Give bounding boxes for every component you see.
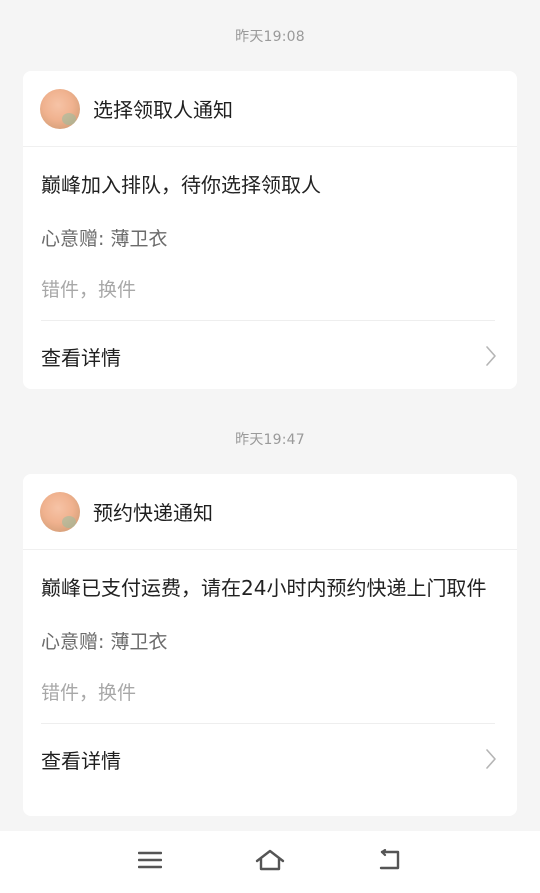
chevron-right-icon xyxy=(483,345,499,367)
gift-info: 心意赠: 薄卫衣 xyxy=(41,228,168,250)
system-navigation-bar xyxy=(0,831,540,893)
card-title: 选择领取人通知 xyxy=(93,98,233,122)
menu-icon xyxy=(137,850,163,874)
notification-message: 巅峰已支付运费，请在24小时内预约快递上门取件 xyxy=(41,576,487,600)
home-icon xyxy=(255,848,285,876)
gift-info: 心意赠: 薄卫衣 xyxy=(41,631,168,653)
notification-message: 巅峰加入排队，待你选择领取人 xyxy=(41,173,321,197)
home-button[interactable] xyxy=(250,845,290,879)
card-body: 巅峰加入排队，待你选择领取人 心意赠: 薄卫衣 错件，换件 xyxy=(23,172,517,302)
notification-card: 选择领取人通知 巅峰加入排队，待你选择领取人 心意赠: 薄卫衣 错件，换件 查看… xyxy=(23,71,517,389)
avatar[interactable] xyxy=(40,88,80,129)
timestamp: 昨天19:47 xyxy=(235,432,305,448)
view-details-button[interactable]: 查看详情 xyxy=(23,724,517,794)
card-header: 选择领取人通知 xyxy=(23,71,517,147)
menu-button[interactable] xyxy=(130,845,170,879)
chevron-right-icon xyxy=(483,748,499,770)
gift-tags: 错件，换件 xyxy=(41,682,137,704)
back-icon xyxy=(377,848,403,875)
view-details-button[interactable]: 查看详情 xyxy=(23,321,517,391)
card-body: 巅峰已支付运费，请在24小时内预约快递上门取件 心意赠: 薄卫衣 错件，换件 xyxy=(23,575,517,705)
view-details-label: 查看详情 xyxy=(41,345,121,370)
back-button[interactable] xyxy=(370,845,410,879)
avatar[interactable] xyxy=(40,491,80,532)
card-header: 预约快递通知 xyxy=(23,474,517,550)
view-details-label: 查看详情 xyxy=(41,748,121,773)
card-title: 预约快递通知 xyxy=(93,501,213,525)
gift-tags: 错件，换件 xyxy=(41,279,137,301)
notification-card: 预约快递通知 巅峰已支付运费，请在24小时内预约快递上门取件 心意赠: 薄卫衣 … xyxy=(23,474,517,816)
timestamp: 昨天19:08 xyxy=(235,29,305,45)
